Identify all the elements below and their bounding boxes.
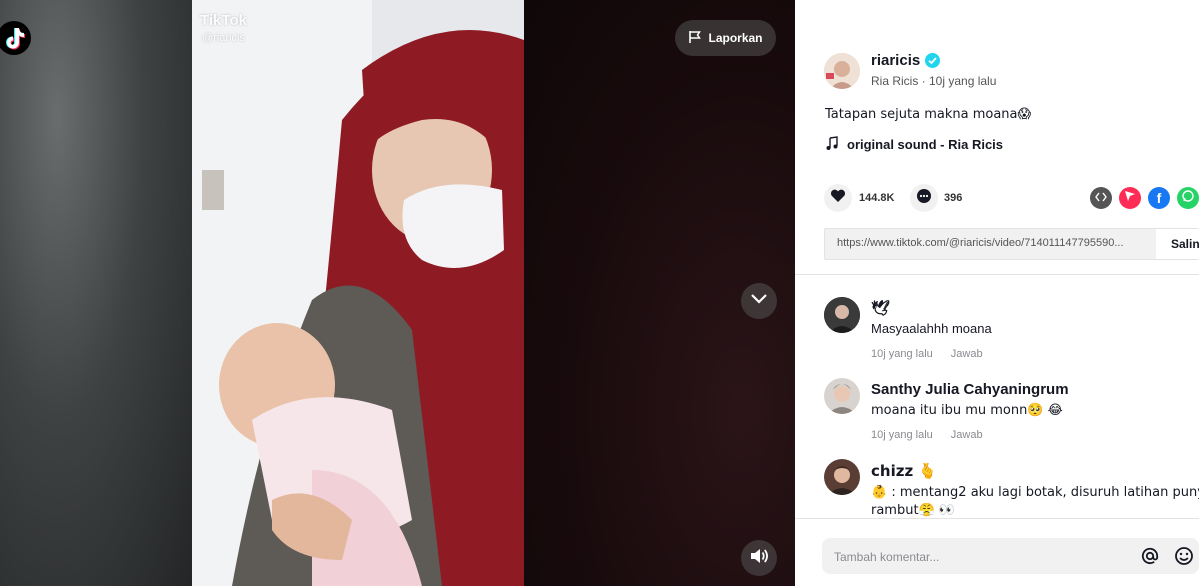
chevron-down-icon (750, 292, 768, 310)
speaker-icon (749, 547, 769, 570)
comment-button[interactable] (910, 184, 938, 212)
tiktok-watermark: TikTok @riaricis (200, 12, 247, 44)
comment-author[interactable]: Santhy Julia Cahyaningrum (871, 381, 1069, 398)
divider (795, 274, 1199, 275)
video-player[interactable]: TikTok @riaricis (192, 0, 524, 586)
reply-button[interactable]: Jawab (951, 348, 983, 360)
comment-avatar[interactable] (824, 459, 860, 495)
video-url[interactable]: https://www.tiktok.com/@riaricis/video/7… (837, 237, 1155, 249)
author-username[interactable]: riaricis (871, 52, 920, 69)
divider (795, 518, 1199, 519)
whatsapp-icon (1181, 189, 1195, 208)
video-frame (192, 0, 524, 586)
copy-link-button[interactable]: Salin (1156, 229, 1199, 259)
comment-time: 10j yang lalu (871, 348, 933, 360)
reply-button[interactable]: Jawab (951, 429, 983, 441)
comment-meta: 10j yang lalu Jawab (871, 429, 983, 441)
music-title: original sound - Ria Ricis (847, 137, 1004, 152)
comment-count: 396 (944, 192, 963, 204)
like-count: 144.8K (859, 192, 895, 204)
watermark-brand: TikTok (200, 12, 247, 29)
paper-plane-icon (1124, 189, 1136, 207)
comment-text: Masyaalahhh moana (871, 321, 992, 336)
mention-icon[interactable] (1140, 546, 1160, 571)
volume-button[interactable] (741, 540, 777, 576)
comment-author[interactable]: chizz 🫰 (871, 462, 937, 480)
author-avatar[interactable] (824, 53, 860, 89)
author-subline: Ria Ricis · 10j yang lalu (871, 74, 997, 88)
heart-icon (830, 189, 846, 208)
facebook-share-button[interactable]: f (1148, 187, 1170, 209)
video-link-box: https://www.tiktok.com/@riaricis/video/7… (824, 228, 1199, 260)
video-stage: TikTok @riaricis (0, 0, 795, 586)
flag-icon (688, 30, 702, 47)
report-label: Laporkan (708, 31, 763, 45)
whatsapp-share-button[interactable] (1177, 187, 1199, 209)
comment-author[interactable]: 🕊 (871, 299, 890, 317)
send-share-button[interactable] (1119, 187, 1141, 209)
embed-share-button[interactable] (1090, 187, 1112, 209)
music-link[interactable]: original sound - Ria Ricis (825, 136, 1003, 153)
tiktok-logo-icon[interactable] (0, 20, 32, 56)
comment-text: 👶 : mentang2 aku lagi botak, disuruh lat… (871, 485, 1199, 500)
embed-code-icon (1095, 189, 1107, 207)
report-button[interactable]: Laporkan (675, 20, 776, 56)
video-caption: Tatapan sejuta makna moana😱 (825, 106, 1031, 122)
watermark-handle: @riaricis (202, 32, 245, 44)
caption-text: Tatapan sejuta makna moana😱 (825, 107, 1032, 122)
facebook-icon: f (1156, 190, 1162, 206)
verified-badge-icon (925, 53, 940, 73)
music-note-icon (825, 136, 839, 153)
comment-input-box (822, 538, 1199, 574)
comment-input[interactable] (832, 546, 1136, 568)
comment-avatar[interactable] (824, 378, 860, 414)
comment-meta: 10j yang lalu Jawab (871, 348, 983, 360)
comment-avatar[interactable] (824, 297, 860, 333)
next-video-button[interactable] (741, 283, 777, 319)
comment-text: moana itu ibu mu monn🥺 😂 (871, 403, 1063, 418)
comment-time: 10j yang lalu (871, 429, 933, 441)
emoji-icon[interactable] (1174, 546, 1194, 571)
blurred-background-left (0, 0, 192, 586)
comment-bubble-icon (916, 188, 932, 209)
like-button[interactable] (824, 184, 852, 212)
comment-text-continued: rambut😤 👀 (871, 503, 956, 517)
